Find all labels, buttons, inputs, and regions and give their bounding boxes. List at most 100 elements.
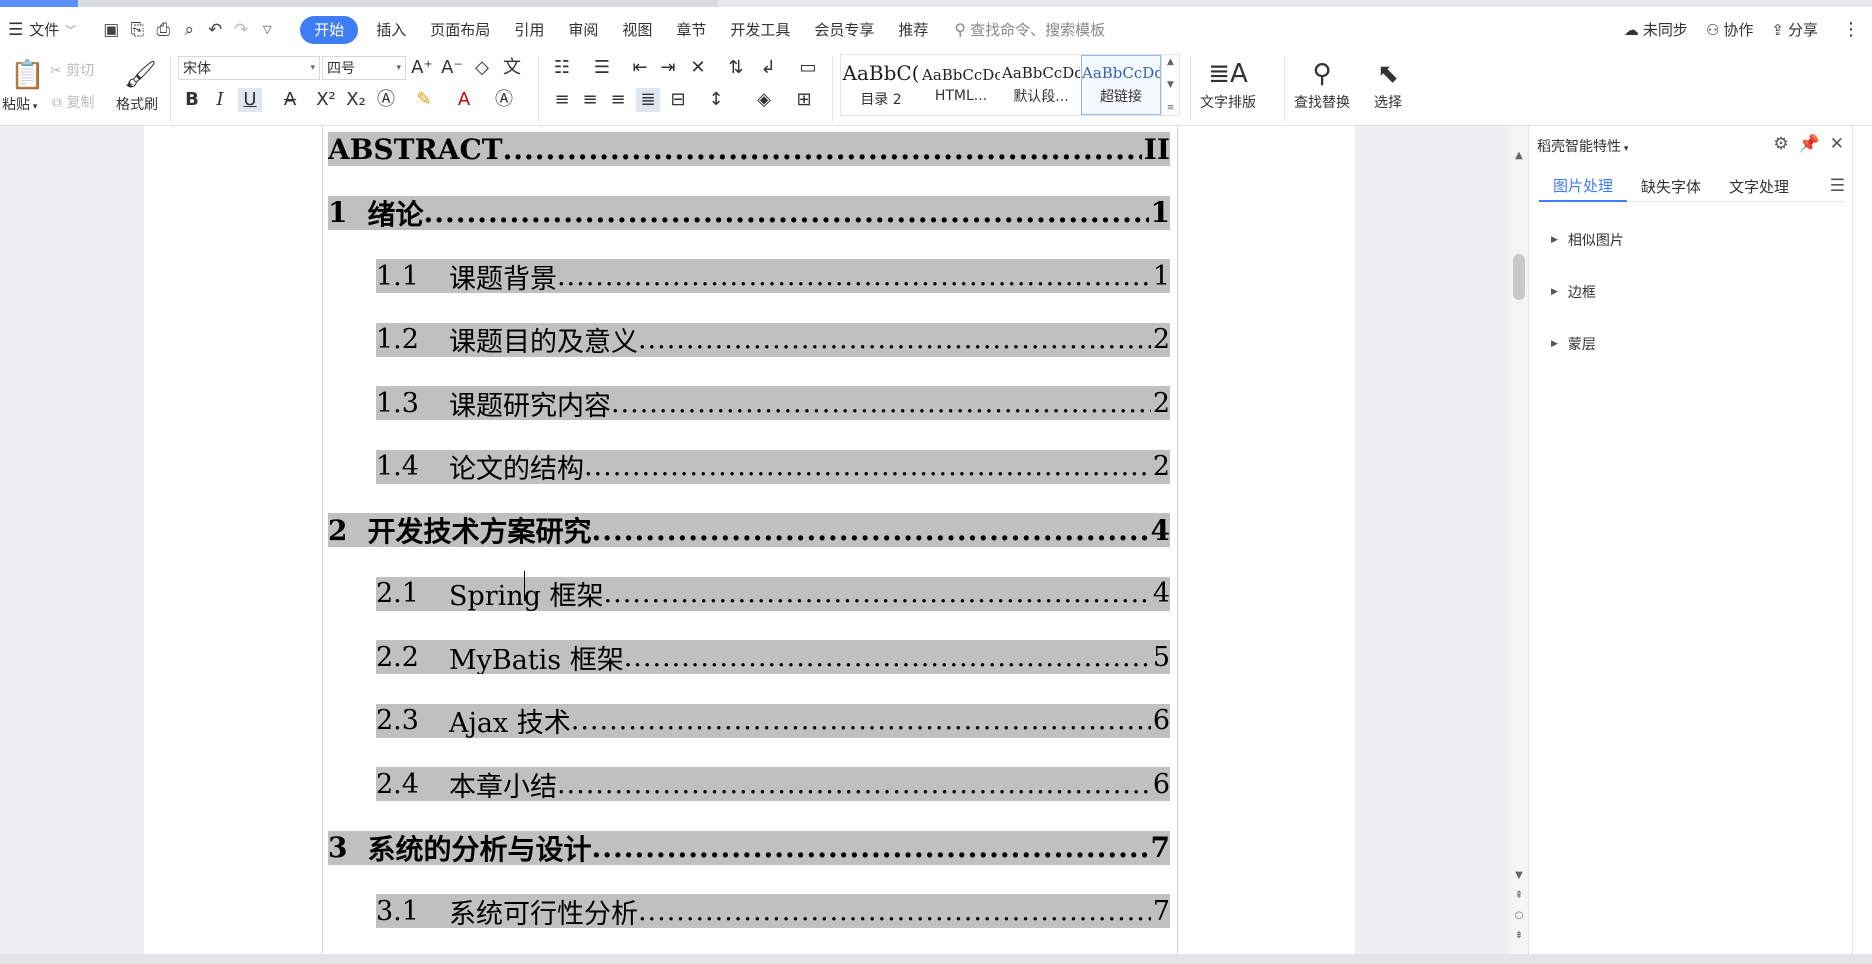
align-center-icon[interactable]: ≡ [578,88,602,112]
toc-entry[interactable]: 2.1 Spring 框架............................… [376,576,1170,611]
toc-entry[interactable]: 2 开发技术方案研究...............................… [328,513,1170,547]
table-tool-icon[interactable]: ▭ [796,56,820,80]
sync-button[interactable]: ☁ 未同步 [1624,19,1688,40]
strikethrough-icon[interactable]: A [278,88,302,112]
distributed-icon[interactable]: ⊟ [666,88,690,112]
tab-insert[interactable]: 插入 [364,16,418,44]
file-menu[interactable]: ☰ 文件 ﹀ [0,16,88,44]
gear-icon[interactable]: ⚙ [1773,134,1788,154]
font-size-combo[interactable]: 四号 ▾ [322,56,406,80]
tab-recommend[interactable]: 推荐 [886,16,940,44]
tab-view[interactable]: 视图 [610,16,664,44]
redo-icon[interactable]: ↷ [228,16,254,44]
phonetic-guide-icon[interactable]: 文 [500,56,524,80]
toc-entry[interactable]: 2.4 本章小结.................................… [376,767,1170,801]
superscript-icon[interactable]: X² [314,88,338,112]
brush-icon[interactable]: 🖌 [124,58,157,92]
underline-icon[interactable]: U [238,88,262,112]
sort-icon[interactable]: ⇅ [724,56,748,80]
borders-icon[interactable]: ⊞ [792,88,816,112]
section-border[interactable]: ▶ 边框 [1551,282,1596,302]
text-layout-button[interactable]: ≣A 文字排版 [1200,56,1256,112]
grow-font-icon[interactable]: A⁺ [410,56,434,80]
style-toc2[interactable]: AaBbC(目录 2 [841,55,921,115]
style-gallery-scroll[interactable]: ▲ ▼ ≡ [1161,55,1179,115]
toc-entry[interactable]: ABSTRACT................................… [328,132,1170,166]
tab-page-layout[interactable]: 页面布局 [418,16,502,44]
command-search[interactable]: ⚲ 查找命令、搜索模板 [954,19,1105,40]
scrollbar-thumb[interactable] [1513,254,1525,300]
cut-button[interactable]: ✂ 剪切 [50,60,94,80]
text-effect-icon[interactable]: Ⓐ [374,88,398,112]
find-replace-button[interactable]: ⚲ 查找替换 [1294,56,1350,112]
prev-page-icon[interactable]: ⇞ [1510,890,1528,901]
share-button[interactable]: ⇪ 分享 [1771,19,1818,40]
export-pdf-icon[interactable]: ⎘ [124,16,150,44]
tab-review[interactable]: 审阅 [556,16,610,44]
toc-entry[interactable]: 3.1 系统可行性分析..............................… [376,894,1170,928]
clear-format-icon[interactable]: ◇ [470,56,494,80]
bullets-icon[interactable]: ☷ [550,56,574,80]
tab-member[interactable]: 会员专享 [802,16,886,44]
tab-home[interactable]: 开始 [300,15,359,44]
tab-text-processing[interactable]: 文字处理 [1715,170,1803,202]
chinese-layout-icon[interactable]: ✕ [686,56,710,80]
undo-icon[interactable]: ↶ [202,16,228,44]
toc-entry[interactable]: 3 系统的分析与设计...............................… [328,830,1170,865]
show-marks-icon[interactable]: ↲ [756,56,780,80]
select-button[interactable]: ⬉ 选择 [1374,56,1402,112]
italic-icon[interactable]: I [208,88,232,112]
customize-quick-access-icon[interactable]: ▽ [254,16,280,44]
align-right-icon[interactable]: ≡ [606,88,630,112]
style-html[interactable]: AaBbCcDc HTML... [921,55,1001,115]
shrink-font-icon[interactable]: A⁻ [440,56,464,80]
save-icon[interactable]: ▣ [98,16,124,44]
numbering-icon[interactable]: ☰ [590,56,614,80]
pane-title[interactable]: 稻壳智能特性 ▾ [1537,136,1628,156]
tab-image-processing[interactable]: 图片处理 [1539,170,1628,202]
format-painter-button[interactable]: 格式刷 [116,94,158,114]
tab-missing-fonts[interactable]: 缺失字体 [1627,170,1715,202]
tab-section[interactable]: 章节 [664,16,718,44]
menu-icon[interactable]: ☰ [1830,170,1845,201]
style-default-paragraph[interactable]: AaBbCcDd 默认段... [1001,55,1081,115]
section-mask[interactable]: ▶ 蒙层 [1551,334,1596,354]
collaborate-button[interactable]: ⚇ 协作 [1706,19,1753,40]
align-left-icon[interactable]: ≡ [550,88,574,112]
close-icon[interactable]: ✕ [1830,134,1844,154]
subscript-icon[interactable]: X₂ [344,88,368,112]
toc-entry[interactable]: 1.1 课题背景.................................… [376,259,1170,293]
font-color-icon[interactable]: A [452,88,476,112]
tab-developer[interactable]: 开发工具 [718,16,802,44]
paste-icon[interactable]: 📋 [10,58,45,92]
toc-entry[interactable]: 1.4 论文的结构................................… [376,449,1170,484]
print-icon[interactable]: ⎙ [150,16,176,44]
chevron-up-icon[interactable]: ▲ [1510,150,1528,161]
select-browse-object-icon[interactable]: ○ [1510,910,1528,921]
bold-icon[interactable]: B [180,88,204,112]
toc-entry[interactable]: 1 绪论.....................................… [328,195,1170,230]
char-border-icon[interactable]: Ⓐ [492,88,516,112]
decrease-indent-icon[interactable]: ⇤ [628,56,652,80]
toc-entry[interactable]: 2.2 MyBatis 框架...........................… [376,640,1170,674]
document-scrollbar[interactable]: ▲ ▼ ⇞ ○ ⇟ [1510,126,1528,964]
toc-entry[interactable]: 1.2 课题目的及意义..............................… [376,322,1170,357]
next-page-icon[interactable]: ⇟ [1510,930,1528,941]
chevron-down-icon[interactable]: ▼ [1510,870,1528,881]
style-hyperlink[interactable]: AaBbCcDd 超链接 [1081,55,1161,115]
copy-button[interactable]: ⧉ 复制 [52,92,94,112]
increase-indent-icon[interactable]: ⇥ [656,56,680,80]
toc-entry[interactable]: 2.3 Ajax 技术..............................… [376,703,1170,738]
justify-icon[interactable]: ≣ [636,88,660,112]
section-similar-images[interactable]: ▶ 相似图片 [1551,230,1624,250]
print-preview-icon[interactable]: ⌕ [176,16,202,44]
paste-button[interactable]: 粘贴 ▾ [2,94,37,114]
highlight-icon[interactable]: ✎ [412,88,436,112]
toc-entry[interactable]: 1.3 课题研究内容...............................… [376,386,1170,420]
font-name-combo[interactable]: 宋体 ▾ [178,56,320,80]
shading-icon[interactable]: ◈ [752,88,776,112]
document-canvas[interactable]: ABSTRACT................................… [0,126,1510,964]
tab-references[interactable]: 引用 [502,16,556,44]
pin-icon[interactable]: 📌 [1799,134,1820,154]
more-options-icon[interactable]: ⋮ [1842,19,1860,40]
